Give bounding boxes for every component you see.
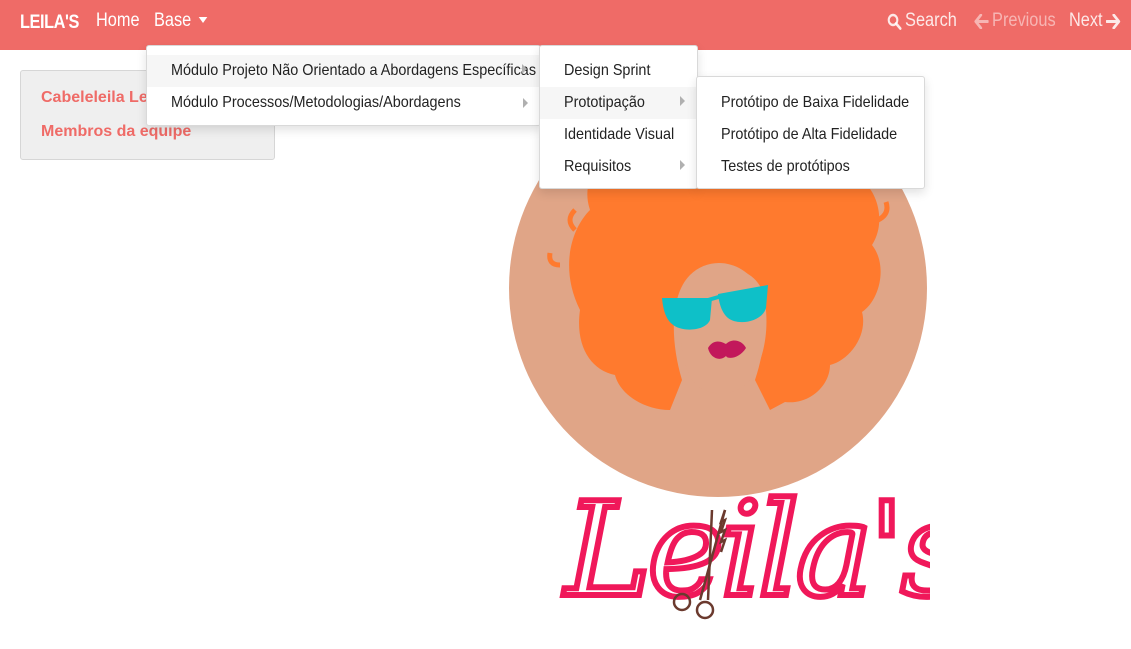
submenu-prototipacao: Protótipo de Baixa Fidelidade Protótipo … — [696, 76, 925, 189]
menu-item-label: Prototipação — [564, 94, 645, 111]
nav-next-link[interactable]: Next — [1069, 10, 1121, 32]
top-navbar: LEILA'S Home Base Search Previous Next — [0, 0, 1131, 50]
submenu-modulo-projeto: Design Sprint Prototipação Identidade Vi… — [539, 45, 698, 189]
caret-right-icon — [523, 98, 528, 108]
menu-item-label: Design Sprint — [564, 62, 651, 79]
menu-item-design-sprint[interactable]: Design Sprint — [540, 55, 697, 87]
menu-item-label: Módulo Projeto Não Orientado a Abordagen… — [171, 62, 537, 79]
logo-script-text: Leila's — [563, 474, 930, 626]
caret-right-icon — [680, 96, 685, 106]
menu-item-label: Protótipo de Baixa Fidelidade — [721, 94, 910, 111]
caret-right-icon — [680, 160, 685, 170]
menu-item-label: Módulo Processos/Metodologias/Abordagens — [171, 94, 461, 111]
nav-base-dropdown-toggle[interactable]: Base — [154, 10, 208, 32]
menu-item-testes-prototipos[interactable]: Testes de protótipos — [697, 151, 924, 183]
menu-item-requisitos[interactable]: Requisitos — [540, 151, 697, 183]
menu-item-modulo-projeto[interactable]: Módulo Projeto Não Orientado a Abordagen… — [147, 55, 540, 87]
menu-item-label: Protótipo de Alta Fidelidade — [721, 126, 898, 143]
menu-item-identidade-visual[interactable]: Identidade Visual — [540, 119, 697, 151]
base-dropdown-menu: Módulo Projeto Não Orientado a Abordagen… — [146, 45, 541, 126]
arrow-left-icon — [974, 13, 989, 29]
menu-item-label: Testes de protótipos — [721, 158, 850, 175]
menu-item-modulo-processos[interactable]: Módulo Processos/Metodologias/Abordagens — [147, 87, 540, 119]
nav-next-label: Next — [1069, 10, 1103, 31]
caret-right-icon — [522, 64, 527, 74]
menu-item-label: Requisitos — [564, 158, 632, 175]
arrow-right-icon — [1106, 13, 1121, 29]
caret-down-icon — [198, 17, 208, 23]
nav-search-link[interactable]: Search — [887, 10, 957, 32]
menu-item-prototipacao[interactable]: Prototipação — [540, 87, 697, 119]
menu-item-prototipo-alta[interactable]: Protótipo de Alta Fidelidade — [697, 119, 924, 151]
brand-link[interactable]: LEILA'S — [20, 12, 79, 34]
nav-base-label: Base — [154, 10, 192, 31]
search-icon — [887, 13, 902, 30]
nav-previous-link[interactable]: Previous — [974, 10, 1056, 32]
menu-item-label: Identidade Visual — [564, 126, 675, 143]
face-shape — [679, 267, 767, 394]
nav-search-label: Search — [905, 10, 957, 31]
menu-item-prototipo-baixa[interactable]: Protótipo de Baixa Fidelidade — [697, 87, 924, 119]
nav-previous-label: Previous — [992, 10, 1056, 31]
nav-home-link[interactable]: Home — [96, 10, 140, 32]
